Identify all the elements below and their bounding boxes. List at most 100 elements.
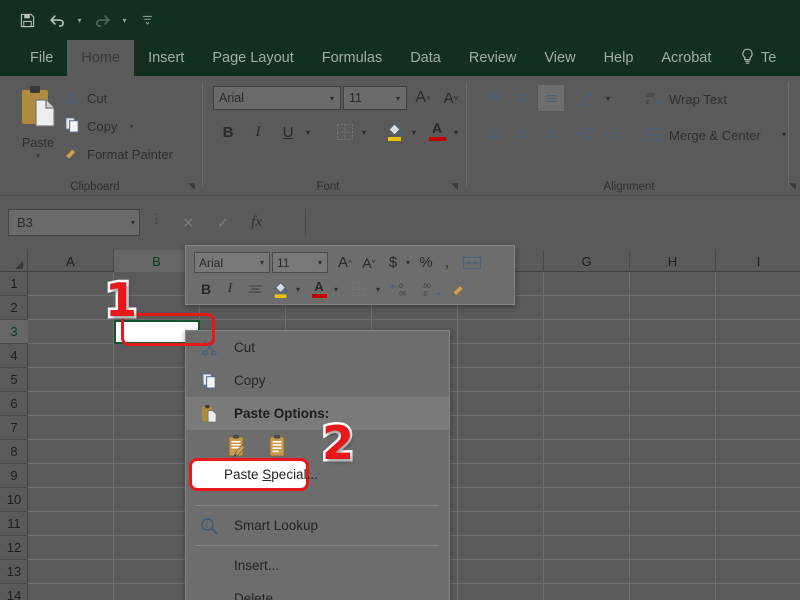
- cut-button[interactable]: Cut: [64, 88, 107, 108]
- mini-fill-color-icon[interactable]: [270, 277, 292, 301]
- row-header-3[interactable]: 3: [0, 320, 28, 344]
- align-bottom-icon[interactable]: [537, 84, 565, 112]
- underline-button[interactable]: U: [277, 120, 299, 144]
- orientation-icon[interactable]: [575, 86, 601, 110]
- tab-insert[interactable]: Insert: [134, 40, 198, 76]
- merge-center-label[interactable]: Merge & Center: [669, 128, 761, 143]
- chevron-down-icon[interactable]: ▾: [131, 218, 135, 227]
- tab-view[interactable]: View: [530, 40, 589, 76]
- wrap-text-label[interactable]: Wrap Text: [669, 92, 727, 107]
- increase-decimal-icon[interactable]: .00.0: [418, 277, 444, 301]
- mini-percent-button[interactable]: %: [416, 252, 436, 273]
- tab-formulas[interactable]: Formulas: [308, 40, 396, 76]
- tab-help[interactable]: Help: [590, 40, 648, 76]
- font-name-combo[interactable]: Arial ▾: [213, 86, 341, 110]
- mini-currency-button[interactable]: $: [384, 252, 402, 273]
- context-menu-item-copy[interactable]: Copy: [186, 364, 449, 397]
- orientation-dropdown-icon[interactable]: ▾: [601, 86, 615, 110]
- clipboard-dialog-launcher[interactable]: ◥: [188, 181, 195, 192]
- row-header-5[interactable]: 5: [0, 368, 28, 392]
- font-color-dropdown-icon[interactable]: ▾: [449, 120, 463, 144]
- font-size-combo[interactable]: 11 ▾: [343, 86, 407, 110]
- row-header-2[interactable]: 2: [0, 296, 28, 320]
- row-header-9[interactable]: 9: [0, 464, 28, 488]
- mini-font-color-button[interactable]: A: [308, 276, 330, 301]
- chevron-down-icon[interactable]: ▾: [313, 258, 327, 267]
- cancel-icon[interactable]: ✕: [182, 214, 195, 232]
- customize-qat-icon[interactable]: [142, 8, 153, 32]
- shrink-font-button[interactable]: A ˅: [439, 86, 463, 110]
- mini-align-icon[interactable]: [244, 278, 266, 300]
- formula-bar-grip[interactable]: ⋮: [150, 211, 163, 227]
- context-menu-item-smart-lookup[interactable]: i Smart Lookup: [186, 509, 449, 542]
- undo-dropdown-icon[interactable]: ▾: [74, 8, 85, 32]
- paste-formatting-icon[interactable]: [226, 434, 248, 463]
- align-middle-icon[interactable]: [509, 86, 535, 110]
- insert-function-icon[interactable]: fx: [251, 214, 262, 231]
- row-header-10[interactable]: 10: [0, 488, 28, 512]
- bold-button[interactable]: B: [217, 120, 239, 144]
- context-menu-item-delete[interactable]: Delete...: [186, 582, 449, 600]
- mini-font-name-combo[interactable]: Arial ▾: [194, 252, 270, 273]
- align-right-icon[interactable]: [537, 122, 563, 146]
- mini-merge-center-icon[interactable]: [460, 251, 484, 274]
- formula-input[interactable]: [305, 209, 792, 236]
- increase-indent-icon[interactable]: [599, 122, 625, 146]
- annotation-label-paste-special[interactable]: Paste Special...: [224, 467, 318, 482]
- undo-icon[interactable]: [44, 8, 70, 32]
- tell-me-box[interactable]: Te: [740, 40, 776, 76]
- row-header-13[interactable]: 13: [0, 560, 28, 584]
- chevron-down-icon[interactable]: ▾: [324, 94, 340, 103]
- decrease-decimal-icon[interactable]: .0.00: [390, 277, 416, 301]
- font-color-button[interactable]: A: [425, 118, 449, 144]
- row-header-14[interactable]: 14: [0, 584, 28, 600]
- row-header-12[interactable]: 12: [0, 536, 28, 560]
- tab-file[interactable]: File: [16, 40, 67, 76]
- column-header-a[interactable]: A: [28, 250, 114, 272]
- borders-dropdown-icon[interactable]: ▾: [357, 120, 371, 144]
- tab-data[interactable]: Data: [396, 40, 455, 76]
- row-header-6[interactable]: 6: [0, 392, 28, 416]
- redo-icon[interactable]: [89, 8, 115, 32]
- context-menu-item-cut[interactable]: Cut: [186, 331, 449, 364]
- alignment-dialog-launcher[interactable]: ◥: [789, 181, 796, 192]
- italic-button[interactable]: I: [247, 120, 269, 144]
- decrease-indent-icon[interactable]: [571, 122, 597, 146]
- row-header-1[interactable]: 1: [0, 272, 28, 296]
- tab-acrobat[interactable]: Acrobat: [647, 40, 725, 76]
- mini-shrink-font-button[interactable]: A ˅: [358, 252, 380, 273]
- copy-dropdown-icon[interactable]: ▾: [129, 122, 133, 131]
- column-header-i[interactable]: I: [716, 250, 800, 272]
- mini-comma-button[interactable]: ,: [438, 252, 456, 273]
- row-header-11[interactable]: 11: [0, 512, 28, 536]
- grow-font-button[interactable]: A ˄: [411, 86, 435, 110]
- mini-currency-dropdown-icon[interactable]: ▾: [402, 252, 414, 273]
- tab-page-layout[interactable]: Page Layout: [198, 40, 307, 76]
- mini-fill-dropdown-icon[interactable]: ▾: [292, 278, 304, 300]
- row-header-8[interactable]: 8: [0, 440, 28, 464]
- mini-borders-dropdown-icon[interactable]: ▾: [372, 278, 384, 300]
- format-painter-button[interactable]: Format Painter: [64, 144, 173, 164]
- redo-dropdown-icon[interactable]: ▾: [119, 8, 130, 32]
- tab-home[interactable]: Home: [67, 40, 135, 76]
- column-header-h[interactable]: H: [630, 250, 716, 272]
- fill-color-dropdown-icon[interactable]: ▾: [407, 120, 421, 144]
- mini-font-size-combo[interactable]: 11 ▾: [272, 252, 328, 273]
- mini-borders-icon[interactable]: [348, 278, 370, 300]
- row-header-7[interactable]: 7: [0, 416, 28, 440]
- paste-dropdown-icon[interactable]: ▾: [36, 151, 40, 160]
- mini-grow-font-button[interactable]: A ˄: [334, 252, 356, 273]
- borders-icon[interactable]: [333, 120, 357, 144]
- context-menu-item-insert[interactable]: Insert...: [186, 549, 449, 582]
- paste-values-icon[interactable]: [266, 434, 288, 463]
- mini-bold-button[interactable]: B: [196, 278, 216, 300]
- copy-button[interactable]: Copy ▾: [64, 116, 133, 136]
- mini-italic-button[interactable]: I: [220, 278, 240, 300]
- mini-format-painter-icon[interactable]: [448, 277, 472, 301]
- align-center-icon[interactable]: [509, 122, 535, 146]
- underline-dropdown-icon[interactable]: ▾: [301, 120, 315, 144]
- mini-font-color-dropdown-icon[interactable]: ▾: [330, 278, 342, 300]
- paste-button[interactable]: Paste ▾: [10, 84, 66, 172]
- row-header-4[interactable]: 4: [0, 344, 28, 368]
- check-icon[interactable]: ✓: [217, 214, 230, 232]
